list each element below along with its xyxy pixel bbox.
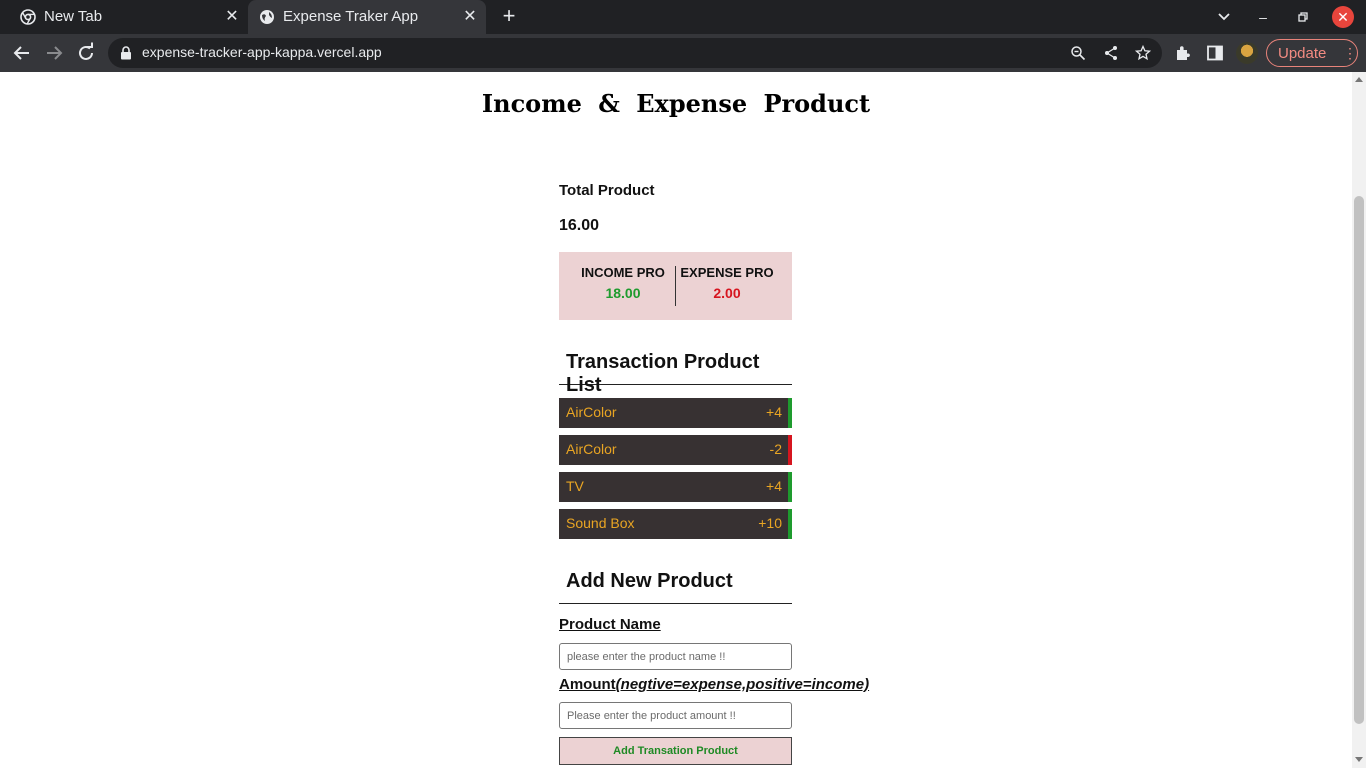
transaction-name: TV <box>566 478 584 494</box>
scrollbar-thumb[interactable] <box>1354 196 1364 724</box>
browser-toolbar: expense-tracker-app-kappa.vercel.app Upd… <box>0 34 1366 72</box>
expense-value: 2.00 <box>713 285 741 301</box>
divider <box>675 266 676 306</box>
income-expense-card: INCOME PRO 18.00 EXPENSE PRO 2.00 <box>559 252 792 320</box>
transaction-name: AirColor <box>566 441 617 457</box>
url-text: expense-tracker-app-kappa.vercel.app <box>142 44 382 60</box>
income-summary: INCOME PRO 18.00 <box>573 265 673 301</box>
profile-avatar[interactable] <box>1236 42 1258 64</box>
close-tab-icon[interactable]: ✕ <box>460 7 480 27</box>
income-label: INCOME PRO <box>581 265 665 280</box>
transaction-list-heading: Transaction Product List <box>559 351 792 396</box>
close-window-icon[interactable]: ✕ <box>1332 6 1354 28</box>
new-tab-plus-icon[interactable]: + <box>497 5 521 29</box>
share-icon[interactable] <box>1103 45 1119 61</box>
tab-title: New Tab <box>44 8 103 25</box>
product-name-label: Product Name <box>559 616 661 633</box>
transaction-name: Sound Box <box>566 515 635 531</box>
expense-label: EXPENSE PRO <box>680 265 774 280</box>
address-bar[interactable]: expense-tracker-app-kappa.vercel.app <box>108 38 1162 68</box>
browser-tab-new-tab[interactable]: New Tab ✕ <box>0 0 245 34</box>
transaction-amount: -2 <box>769 441 782 457</box>
income-indicator <box>788 509 792 539</box>
transaction-item[interactable]: TV +4 <box>559 472 792 502</box>
product-name-input[interactable] <box>559 643 792 670</box>
scroll-up-arrow-icon[interactable] <box>1355 77 1363 82</box>
amount-hint: (negtive=expense,positive=income) <box>615 676 870 693</box>
browser-tab-expense-tracker[interactable]: Expense Traker App ✕ <box>248 0 486 34</box>
transaction-name: AirColor <box>566 404 617 420</box>
transaction-item[interactable]: AirColor +4 <box>559 398 792 428</box>
expense-indicator <box>788 435 792 465</box>
extensions-puzzle-icon[interactable] <box>1174 44 1192 62</box>
close-tab-icon[interactable]: ✕ <box>222 7 242 27</box>
transaction-amount: +10 <box>758 515 782 531</box>
tab-search-chevron-icon[interactable] <box>1212 5 1236 29</box>
reload-icon[interactable] <box>74 41 98 65</box>
update-label: Update <box>1278 45 1327 62</box>
page-content: Income & Expense Product Total Product 1… <box>0 72 1352 768</box>
forward-arrow-icon[interactable] <box>42 41 66 65</box>
scroll-down-arrow-icon[interactable] <box>1355 757 1363 762</box>
chrome-icon <box>20 9 36 25</box>
zoom-icon[interactable] <box>1070 45 1086 61</box>
bookmark-star-icon[interactable] <box>1135 45 1151 61</box>
amount-label: Amount(negtive=expense,positive=income) <box>559 676 869 693</box>
restore-window-icon[interactable] <box>1291 5 1315 29</box>
transaction-item[interactable]: AirColor -2 <box>559 435 792 465</box>
side-panel-icon[interactable] <box>1206 44 1224 62</box>
page-title: Income & Expense Product <box>481 89 871 118</box>
add-transaction-button[interactable]: Add Transation Product <box>559 737 792 765</box>
more-menu-icon[interactable]: ⋮ <box>1343 44 1357 62</box>
update-button[interactable]: Update ⋮ <box>1266 39 1358 67</box>
add-product-heading: Add New Product <box>559 570 792 604</box>
transaction-amount: +4 <box>766 404 782 420</box>
back-arrow-icon[interactable] <box>10 41 34 65</box>
total-label: Total Product <box>559 182 655 199</box>
amount-label-text: Amount <box>559 676 616 693</box>
product-amount-input[interactable] <box>559 702 792 729</box>
income-value: 18.00 <box>605 285 641 301</box>
income-indicator <box>788 398 792 428</box>
page-scrollbar[interactable] <box>1352 72 1366 768</box>
transaction-item[interactable]: Sound Box +10 <box>559 509 792 539</box>
lock-icon[interactable] <box>120 46 132 60</box>
browser-tab-bar: New Tab ✕ Expense Traker App ✕ + – ✕ <box>0 0 1366 34</box>
income-indicator <box>788 472 792 502</box>
globe-icon <box>260 10 274 24</box>
minimize-icon[interactable]: – <box>1251 5 1275 29</box>
tab-title: Expense Traker App <box>283 8 419 25</box>
transaction-amount: +4 <box>766 478 782 494</box>
total-value: 16.00 <box>559 217 600 234</box>
expense-summary: EXPENSE PRO 2.00 <box>677 265 777 301</box>
